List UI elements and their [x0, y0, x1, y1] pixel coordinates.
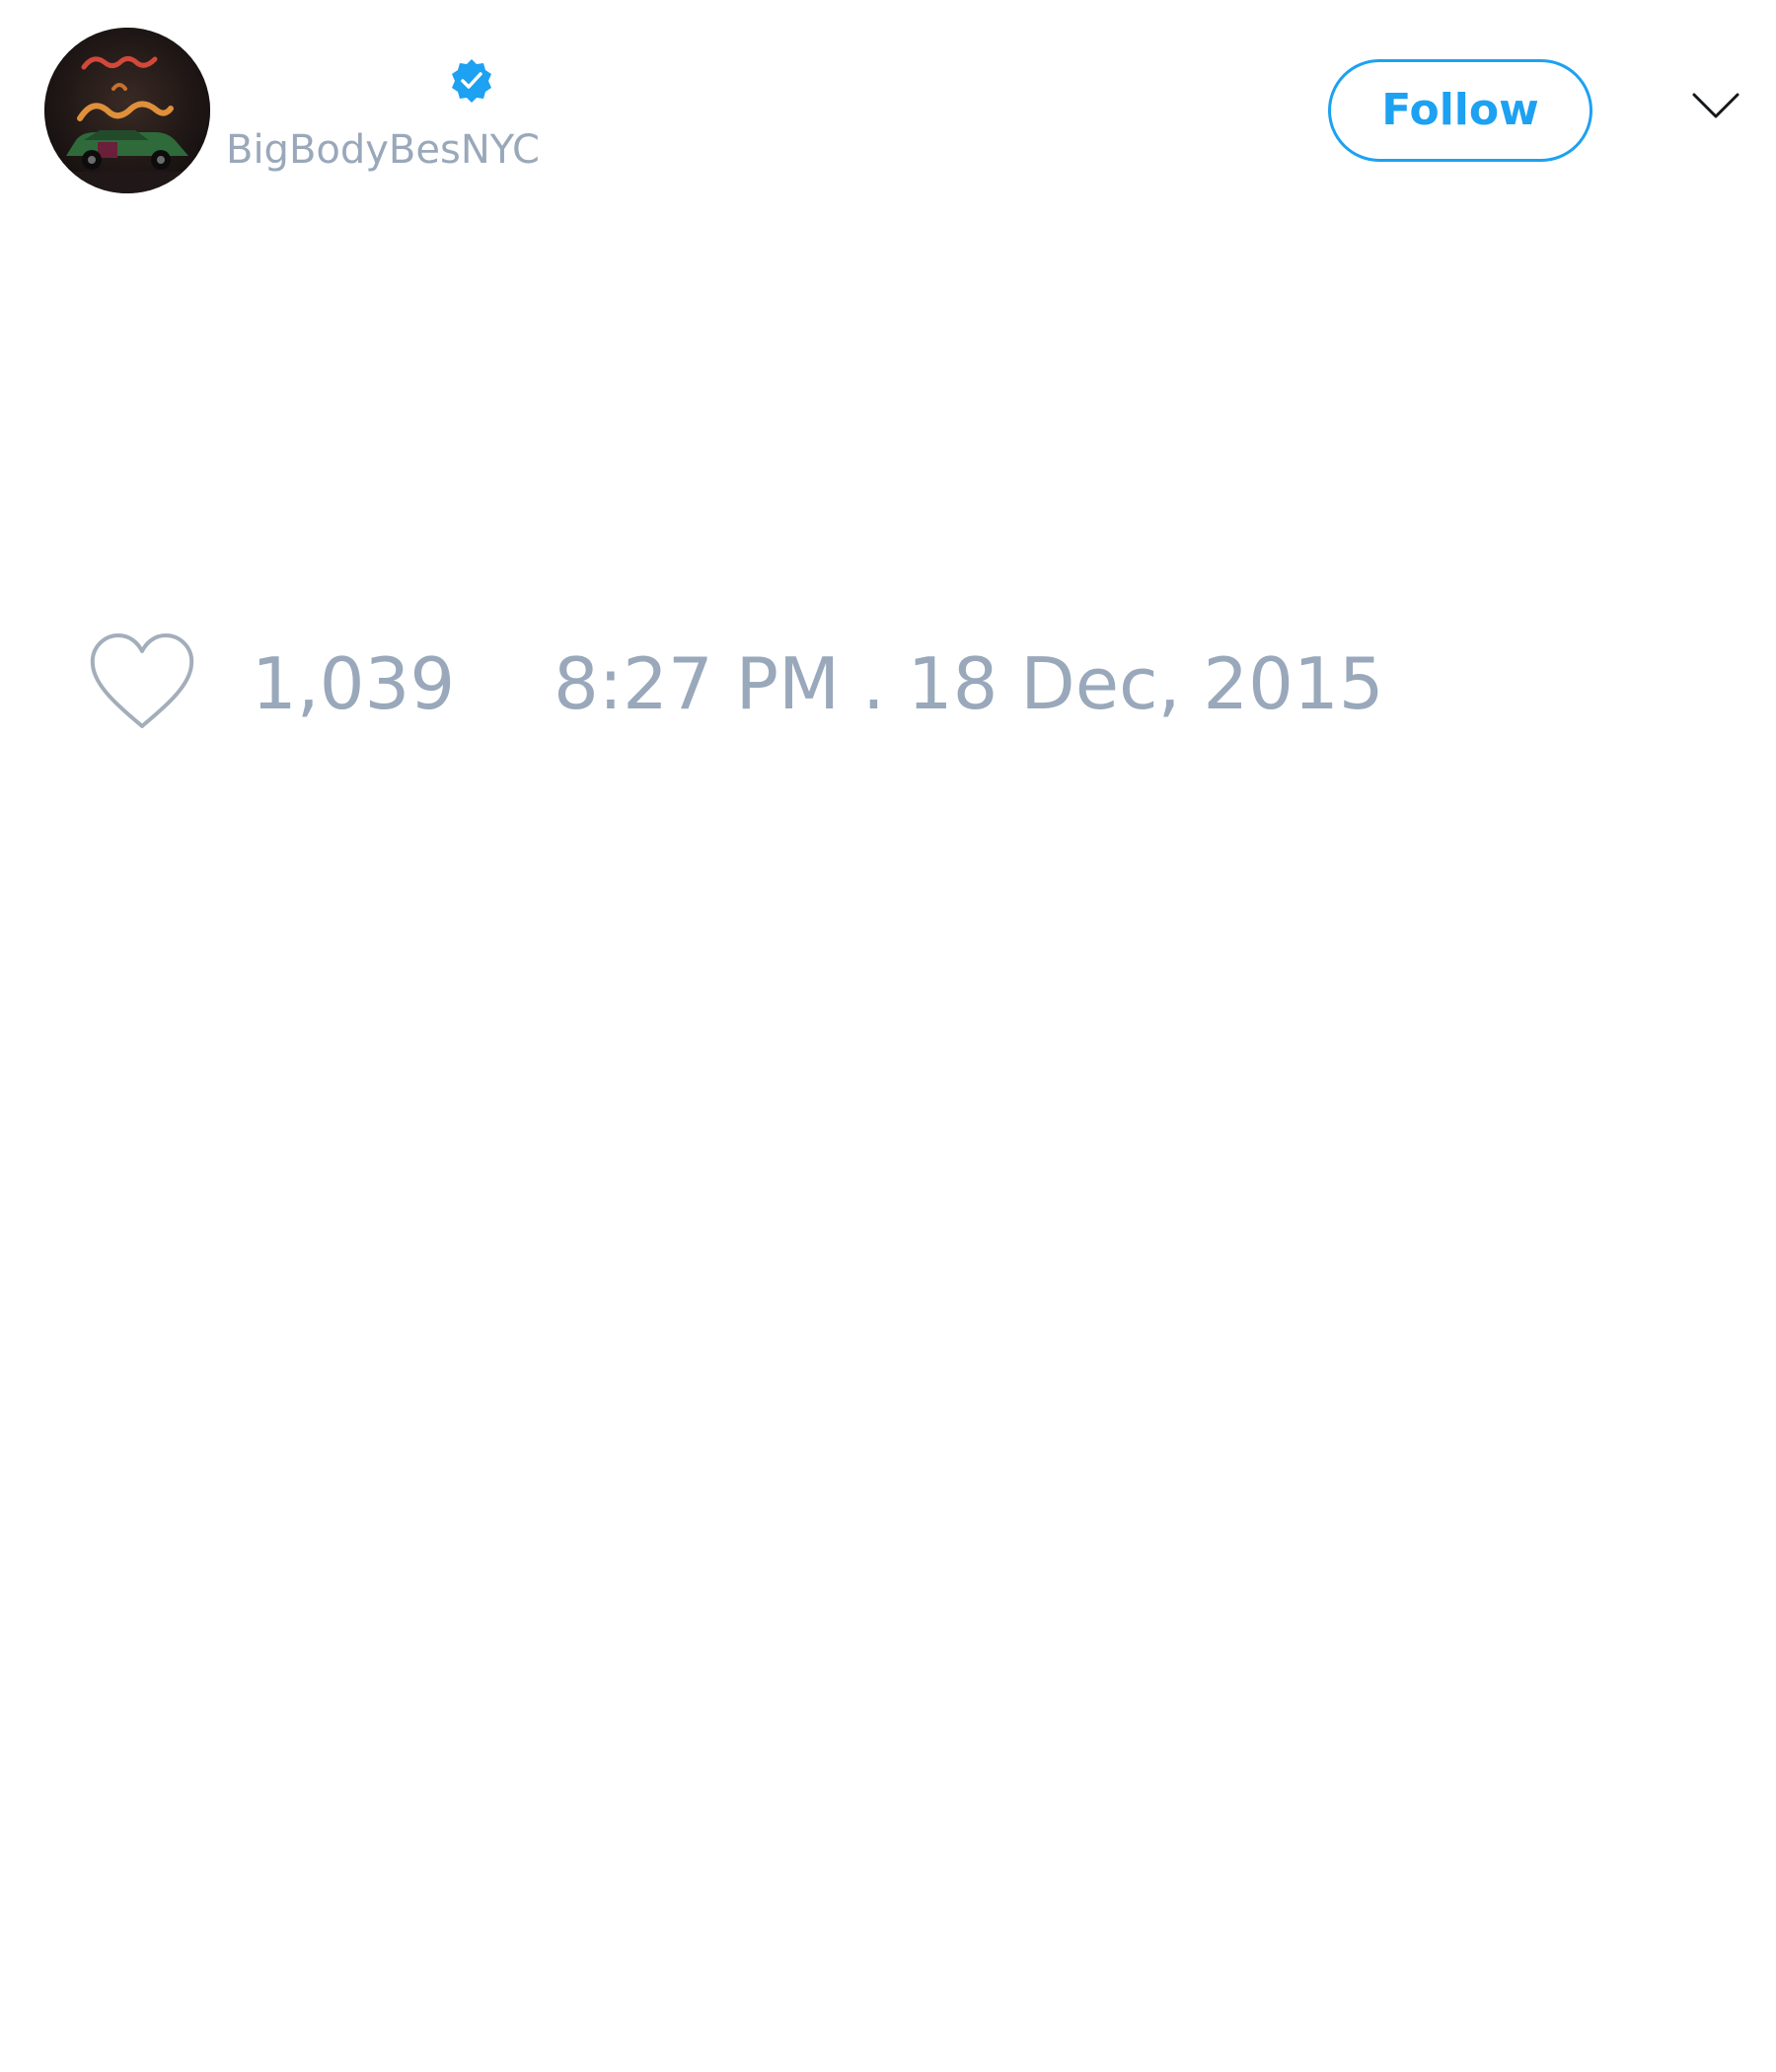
verified-badge-icon: [452, 59, 491, 103]
like-count: 1,039: [252, 642, 456, 725]
tweet-card: BigBodyBesNYC Follow 1,039 8:27 PM . 18 …: [0, 0, 1776, 2072]
follow-button[interactable]: Follow: [1328, 59, 1592, 162]
avatar-image: [44, 28, 210, 193]
avatar[interactable]: [44, 28, 210, 193]
tweet-timestamp[interactable]: 8:27 PM . 18 Dec, 2015: [554, 639, 1384, 728]
chevron-down-icon[interactable]: [1691, 89, 1740, 124]
user-handle[interactable]: BigBodyBesNYC: [226, 124, 540, 176]
heart-outline-icon[interactable]: [87, 631, 197, 732]
